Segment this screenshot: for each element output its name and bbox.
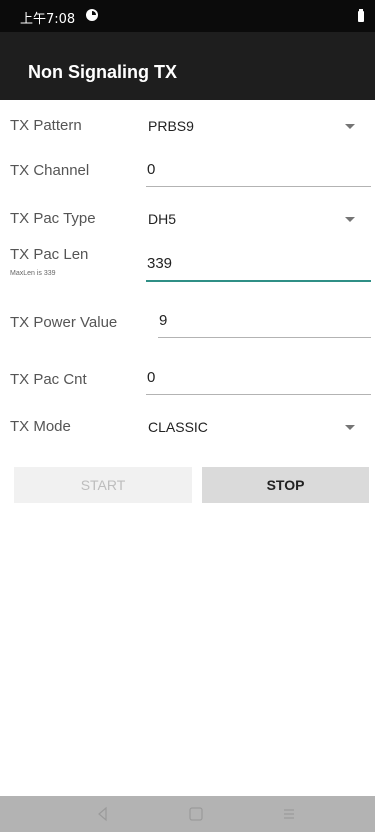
stop-button[interactable]: STOP (202, 467, 369, 503)
tx-pattern-label: TX Pattern (10, 117, 82, 134)
status-bar: 上午7:08 (0, 0, 375, 32)
tx-pac-len-input[interactable]: 339 (146, 250, 371, 282)
tx-power-value-value: 9 (159, 312, 168, 329)
status-time: 上午7:08 (20, 12, 76, 27)
tx-power-value-input[interactable]: 9 (158, 307, 371, 338)
tx-channel-label: TX Channel (10, 162, 90, 179)
tx-channel-input[interactable]: 0 (146, 156, 371, 187)
recents-icon[interactable] (279, 804, 299, 824)
app-bar: Non Signaling TX (0, 32, 375, 100)
tx-pac-cnt-input[interactable]: 0 (146, 364, 371, 395)
tx-pac-len-label: TX Pac Len (10, 246, 89, 263)
tx-pac-cnt-value: 0 (147, 369, 156, 386)
dropdown-arrow-icon (345, 217, 355, 222)
back-icon[interactable] (93, 804, 113, 824)
app-notification-icon (86, 9, 98, 21)
tx-mode-value: CLASSIC (148, 419, 208, 435)
tx-mode-label: TX Mode (10, 418, 71, 435)
dropdown-arrow-icon (345, 425, 355, 430)
tx-channel-value: 0 (147, 161, 156, 178)
tx-pac-type-value: DH5 (148, 211, 177, 227)
tx-pac-len-value: 339 (147, 255, 173, 272)
navigation-bar (0, 796, 375, 832)
tx-pac-type-dropdown[interactable]: DH5 (148, 206, 370, 234)
tx-power-value-label: TX Power Value (10, 314, 118, 331)
tx-pattern-dropdown[interactable]: PRBS9 (148, 113, 370, 141)
start-button[interactable]: START (14, 467, 192, 503)
tx-pac-type-label: TX Pac Type (10, 210, 96, 227)
tx-pattern-value: PRBS9 (148, 118, 194, 134)
tx-pac-len-hint: MaxLen is 339 (10, 270, 56, 277)
battery-icon (358, 9, 364, 22)
tx-pac-cnt-label: TX Pac Cnt (10, 371, 87, 388)
tx-mode-dropdown[interactable]: CLASSIC (148, 414, 370, 442)
home-icon[interactable] (186, 804, 206, 824)
dropdown-arrow-icon (345, 124, 355, 129)
page-title: Non Signaling TX (28, 62, 177, 82)
